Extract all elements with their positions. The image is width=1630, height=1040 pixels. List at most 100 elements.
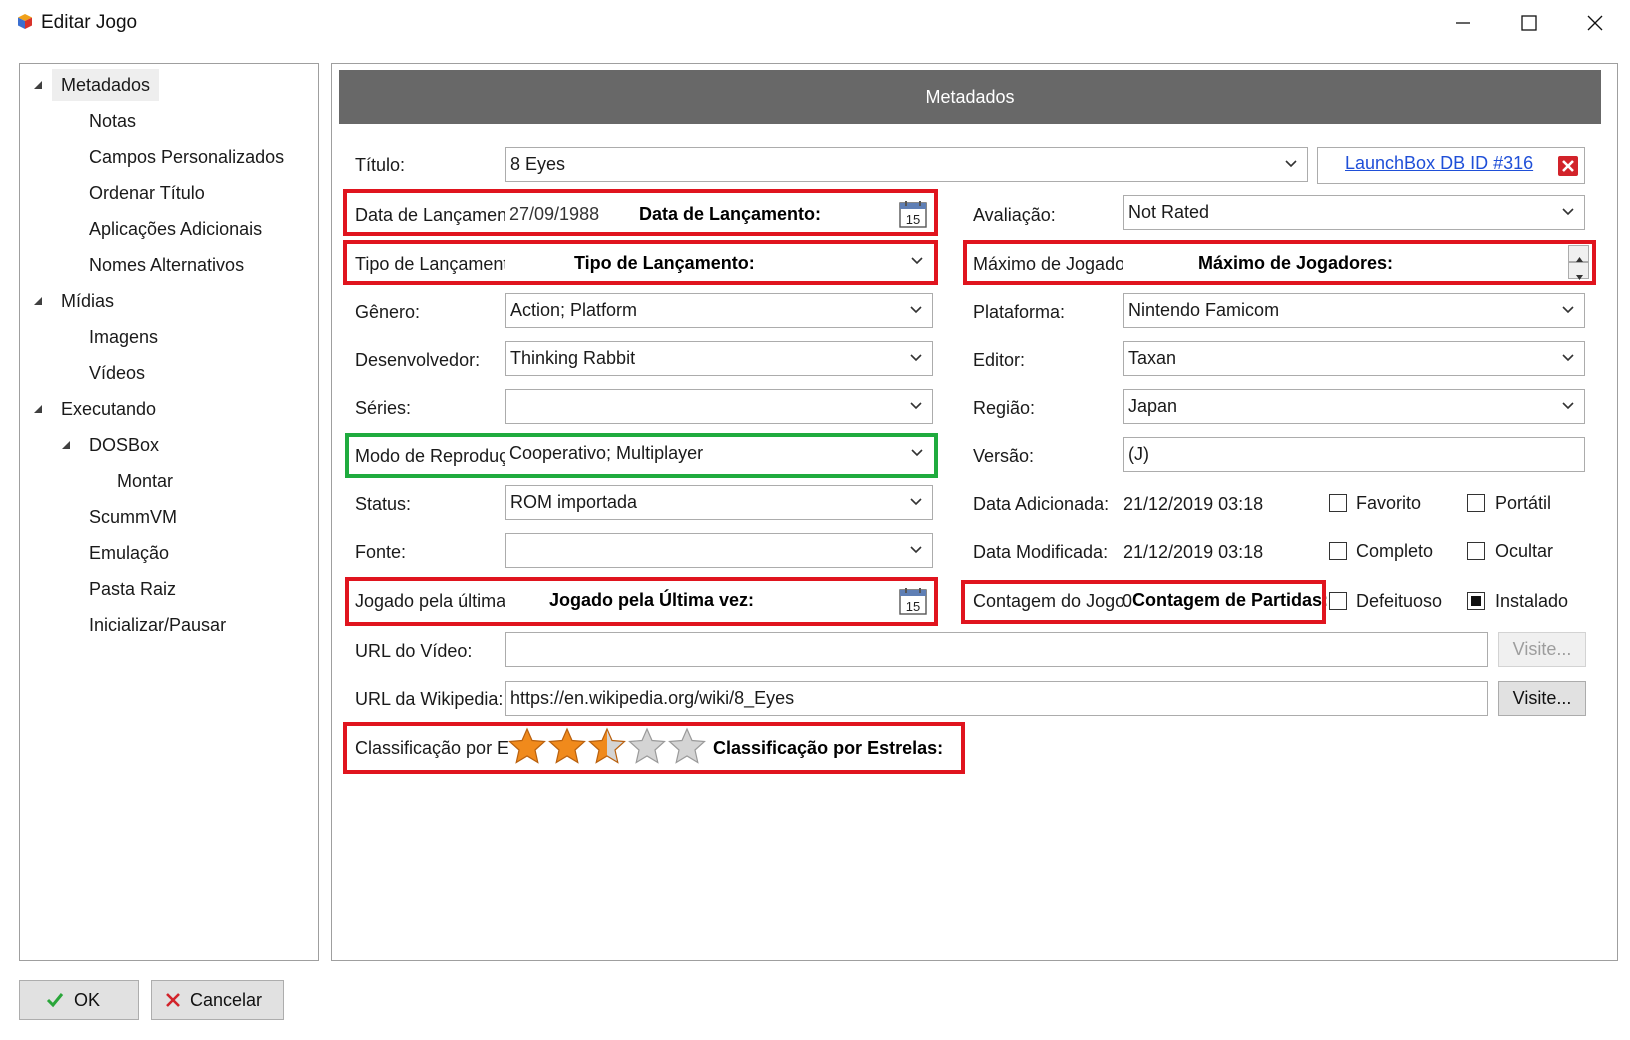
avaliacao-value: Not Rated [1128, 202, 1210, 222]
versao-value: (J) [1128, 444, 1149, 464]
regiao-label: Região: [973, 398, 1036, 418]
chevron-down-icon [1562, 208, 1574, 216]
tree-item-label: Campos Personalizados [89, 147, 285, 167]
genero-combo[interactable]: Action; Platform [505, 293, 933, 328]
status-combo[interactable]: ROM importada [505, 485, 933, 520]
completo-checkbox[interactable] [1329, 542, 1347, 560]
maximize-icon [1521, 15, 1537, 31]
section-header: Metadados [339, 70, 1601, 124]
portatil-label: Portátil [1495, 493, 1552, 513]
ok-button[interactable]: OK [19, 980, 139, 1020]
tree-item-inicializar-pausar[interactable]: Inicializar/Pausar [89, 609, 226, 641]
tree-item-campos-personalizados[interactable]: Campos Personalizados [89, 141, 284, 173]
portatil-checkbox[interactable] [1467, 494, 1485, 512]
fonte-combo[interactable] [505, 533, 933, 568]
tree-expand-icon[interactable] [33, 296, 43, 306]
tree-item-label: Imagens [89, 327, 159, 347]
tree-item-nomes-alternativos[interactable]: Nomes Alternativos [89, 249, 244, 281]
tree-item-aplica-es-adicionais[interactable]: Aplicações Adicionais [89, 213, 262, 245]
tree-item-notas[interactable]: Notas [89, 105, 136, 137]
titulo-label: Título: [355, 155, 406, 175]
check-icon [46, 993, 64, 1008]
tree-item-label: Mídias [61, 291, 115, 311]
chevron-down-icon [910, 402, 922, 410]
instalado-label: Instalado [1495, 591, 1569, 611]
app-icon [18, 14, 32, 29]
tree-expand-icon[interactable] [33, 80, 43, 90]
tree-item-label: Aplicações Adicionais [89, 219, 263, 239]
chevron-down-icon [910, 306, 922, 314]
tree-item-label: Inicializar/Pausar [89, 615, 227, 635]
tree-item-executando[interactable]: Executando [61, 393, 156, 425]
regiao-value: Japan [1128, 396, 1178, 416]
tree-item-label: Executando [61, 399, 157, 419]
highlight-tipo-lancamento [343, 240, 938, 285]
data-adicionada-value: 21/12/2019 03:18 [1123, 494, 1264, 514]
chevron-down-icon [1285, 160, 1297, 168]
window-title: Editar Jogo [41, 12, 138, 33]
favorito-checkbox[interactable] [1329, 494, 1347, 512]
tree-item-label: ScummVM [89, 507, 178, 527]
cancel-x-icon [166, 993, 180, 1007]
series-combo[interactable] [505, 389, 933, 424]
desenvolvedor-label: Desenvolvedor: [355, 350, 481, 370]
tree-item-label: Vídeos [89, 363, 146, 383]
chevron-down-icon [1562, 306, 1574, 314]
data-modificada-label: Data Modificada: [973, 542, 1109, 562]
tree-item-m-dias[interactable]: Mídias [61, 285, 114, 317]
tree-item-emula-o[interactable]: Emulação [89, 537, 169, 569]
maximize-button[interactable] [1496, 0, 1562, 46]
tree-item-scummvm[interactable]: ScummVM [89, 501, 177, 533]
cancel-label: Cancelar [190, 990, 263, 1010]
visit-wikipedia-button[interactable]: Visite... [1498, 681, 1586, 716]
chevron-down-icon [910, 354, 922, 362]
launchbox-link-box: LaunchBox DB ID #316 [1317, 147, 1585, 184]
ocultar-checkbox[interactable] [1467, 542, 1485, 560]
url-wikipedia-input[interactable]: https://en.wikipedia.org/wiki/8_Eyes [505, 681, 1488, 716]
launchbox-db-link[interactable]: LaunchBox DB ID #316 [1345, 153, 1533, 174]
tree-item-pasta-raiz[interactable]: Pasta Raiz [89, 573, 176, 605]
tree-item-v-deos[interactable]: Vídeos [89, 357, 145, 389]
tree-expand-icon[interactable] [61, 440, 71, 450]
versao-input[interactable]: (J) [1123, 437, 1585, 472]
chevron-down-icon [1562, 354, 1574, 362]
regiao-combo[interactable]: Japan [1123, 389, 1585, 424]
tree-expand-icon[interactable] [33, 404, 43, 414]
url-wikipedia-value: https://en.wikipedia.org/wiki/8_Eyes [510, 688, 795, 708]
chevron-down-icon [1562, 402, 1574, 410]
tree-item-ordenar-t-tulo[interactable]: Ordenar Título [89, 177, 205, 209]
avaliacao-combo[interactable]: Not Rated [1123, 195, 1585, 230]
editor-value: Taxan [1128, 348, 1177, 368]
cancel-button[interactable]: Cancelar [151, 980, 284, 1020]
defeituoso-checkbox[interactable] [1329, 592, 1347, 610]
tree-item-montar[interactable]: Montar [117, 465, 173, 497]
url-video-input[interactable] [505, 632, 1488, 667]
titulo-combo[interactable]: 8 Eyes [505, 147, 1308, 182]
series-label: Séries: [355, 398, 412, 418]
highlight-contagem [961, 580, 1326, 624]
data-modificada-value: 21/12/2019 03:18 [1123, 542, 1264, 562]
genero-label: Gênero: [355, 302, 421, 322]
ok-label: OK [74, 990, 101, 1010]
editor-label: Editor: [973, 350, 1026, 370]
highlight-maximo-jogadores [963, 240, 1596, 285]
editor-combo[interactable]: Taxan [1123, 341, 1585, 376]
tree-item-metadados[interactable]: Metadados [52, 69, 160, 101]
minimize-button[interactable] [1430, 0, 1496, 46]
desenvolvedor-combo[interactable]: Thinking Rabbit [505, 341, 933, 376]
close-button[interactable] [1562, 0, 1628, 46]
fonte-label: Fonte: [355, 542, 407, 562]
status-label: Status: [355, 494, 412, 514]
tree-item-label: Ordenar Título [89, 183, 205, 203]
remove-link-icon[interactable] [1558, 156, 1578, 176]
data-adicionada-label: Data Adicionada: [973, 494, 1110, 514]
title-bar: Editar Jogo [0, 0, 1630, 46]
tree-item-imagens[interactable]: Imagens [89, 321, 158, 353]
favorito-label: Favorito [1356, 493, 1422, 513]
tree-item-dosbox[interactable]: DOSBox [89, 429, 159, 461]
plataforma-combo[interactable]: Nintendo Famicom [1123, 293, 1585, 328]
instalado-checkbox[interactable] [1467, 592, 1485, 610]
visit-video-button[interactable]: Visite... [1498, 632, 1586, 667]
status-value: ROM importada [510, 492, 638, 512]
chevron-down-icon [910, 546, 922, 554]
